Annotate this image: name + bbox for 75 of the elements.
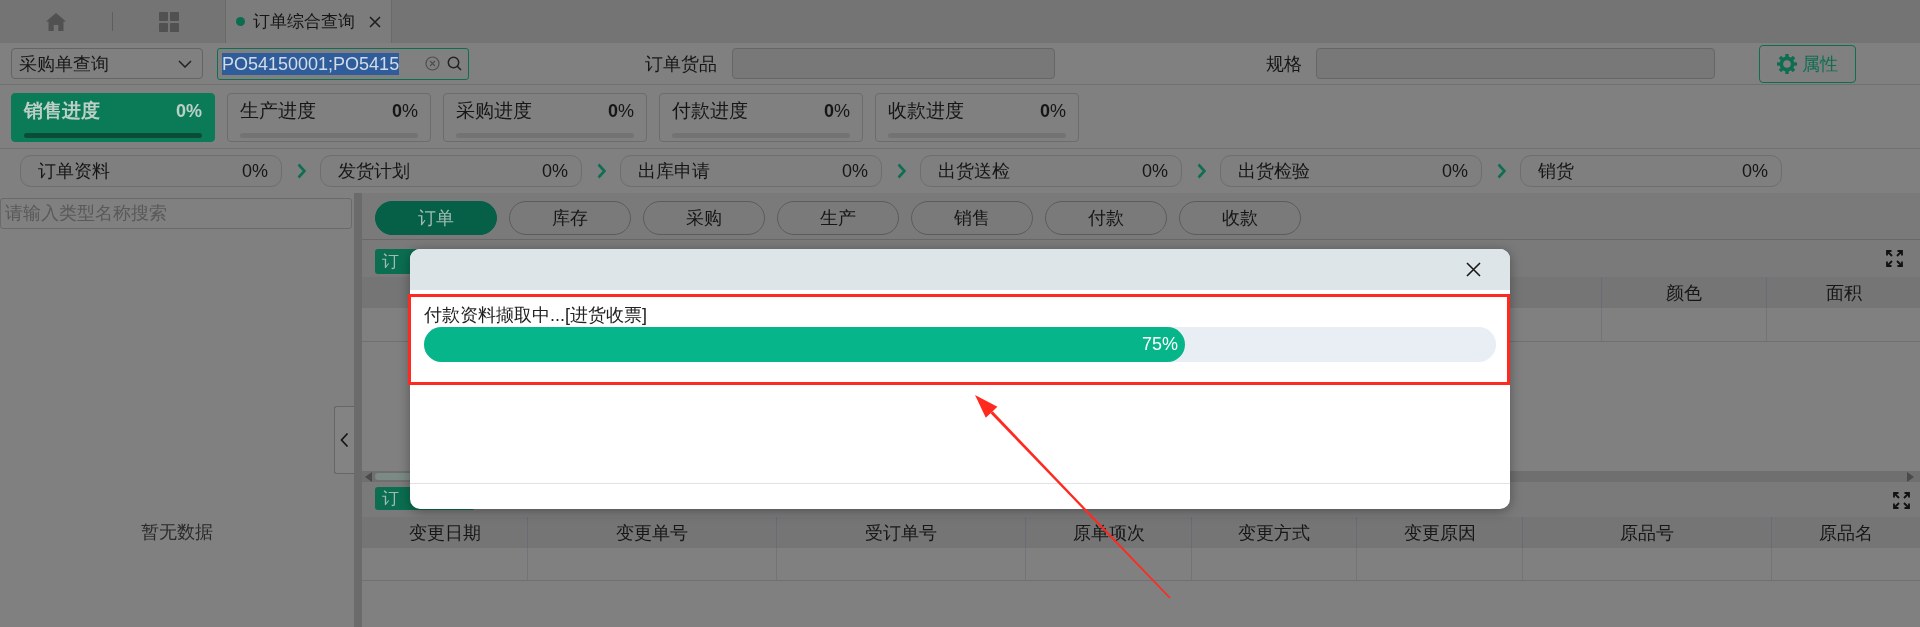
tag-text: 订: [382, 251, 399, 273]
card-label: 收款进度: [888, 99, 964, 123]
chevron-down-icon: [178, 59, 192, 68]
expand-icon[interactable]: [1886, 250, 1903, 267]
step-percent: 0%: [1142, 160, 1168, 182]
card-label: 销售进度: [24, 99, 100, 123]
selected-text: PO54150001;PO5415: [222, 52, 400, 75]
order-search-field[interactable]: PO54150001;PO5415: [217, 47, 469, 80]
column-header: 变更单号: [616, 521, 688, 545]
input-field[interactable]: [1316, 48, 1715, 79]
card-label: 生产进度: [240, 99, 316, 123]
column-header: 颜色: [1666, 281, 1702, 305]
status-dot-icon: [236, 17, 245, 26]
step-percent: 0%: [242, 160, 268, 182]
card-reading: 0%: [175, 100, 202, 122]
card-reading: 0%: [607, 100, 634, 122]
card-reading: 0%: [391, 100, 418, 122]
step-pill[interactable]: 出货送检 0%: [920, 155, 1182, 187]
close-icon[interactable]: [1466, 262, 1481, 277]
field-label: 订单货品: [645, 52, 717, 76]
progress-card[interactable]: 采购进度 0%: [443, 93, 647, 142]
step-label: 销货: [1538, 160, 1574, 183]
input-field[interactable]: [732, 48, 1055, 79]
column-header: 原品号: [1620, 521, 1674, 545]
expand-icon[interactable]: [1893, 492, 1910, 509]
column-header: 受订单号: [865, 521, 937, 545]
empty-message: 暂无数据: [140, 521, 214, 544]
grid-icon[interactable]: [159, 11, 179, 32]
home-icon[interactable]: [46, 12, 66, 31]
step-pill[interactable]: 订单资料 0%: [20, 155, 282, 187]
card-reading: 0%: [823, 100, 850, 122]
step-label: 发货计划: [338, 160, 410, 183]
column-header: 原品名: [1819, 521, 1873, 545]
step-label: 订单资料: [38, 160, 110, 183]
step-percent: 0%: [842, 160, 868, 182]
column-header: 面积: [1825, 281, 1862, 305]
progress-card[interactable]: 收款进度 0%: [875, 93, 1079, 142]
collapse-handle[interactable]: [334, 406, 354, 474]
step-pill[interactable]: 出货检验 0%: [1220, 155, 1482, 187]
scroll-left-icon[interactable]: [365, 471, 372, 482]
step-percent: 0%: [542, 160, 568, 182]
step-pill[interactable]: 发货计划 0%: [320, 155, 582, 187]
scroll-right-icon[interactable]: [1907, 471, 1914, 482]
chevron-left-icon: [340, 432, 349, 448]
category-tab[interactable]: 订单: [375, 201, 497, 235]
query-type-select[interactable]: 采购单查询: [11, 48, 203, 79]
progress-card[interactable]: 生产进度 0%: [227, 93, 431, 142]
clear-icon[interactable]: [425, 56, 440, 71]
step-pill[interactable]: 销货 0%: [1520, 155, 1782, 187]
column-header: 变更原因: [1403, 521, 1476, 545]
card-label: 付款进度: [672, 99, 748, 123]
progress-reading: 75%: [1142, 334, 1179, 355]
chevron-right-icon: [596, 163, 606, 179]
step-label: 出库申请: [638, 160, 710, 183]
progress-card[interactable]: 付款进度 0%: [659, 93, 863, 142]
progress-card[interactable]: 销售进度 0%: [11, 93, 215, 142]
step-label: 出货送检: [938, 160, 1010, 183]
chevron-right-icon: [1496, 163, 1506, 179]
search-icon[interactable]: [447, 56, 462, 71]
column-header: 变更日期: [408, 521, 481, 545]
step-percent: 0%: [1442, 160, 1468, 182]
column-header: 变更方式: [1238, 521, 1310, 545]
chevron-right-icon: [296, 163, 306, 179]
document-tab[interactable]: 订单综合查询: [225, 0, 392, 43]
step-percent: 0%: [1742, 160, 1768, 182]
gear-icon: [1777, 53, 1797, 74]
progress-message: 付款资料撷取中...[进货收票]: [424, 305, 648, 326]
field-label: 规格: [1266, 52, 1302, 76]
chevron-right-icon: [896, 163, 906, 179]
step-pill[interactable]: 出库申请 0%: [620, 155, 882, 187]
card-label: 采购进度: [456, 99, 532, 123]
card-reading: 0%: [1039, 100, 1066, 122]
tag-text: 订: [382, 488, 399, 510]
chevron-right-icon: [1196, 163, 1206, 179]
step-label: 出货检验: [1238, 160, 1310, 183]
